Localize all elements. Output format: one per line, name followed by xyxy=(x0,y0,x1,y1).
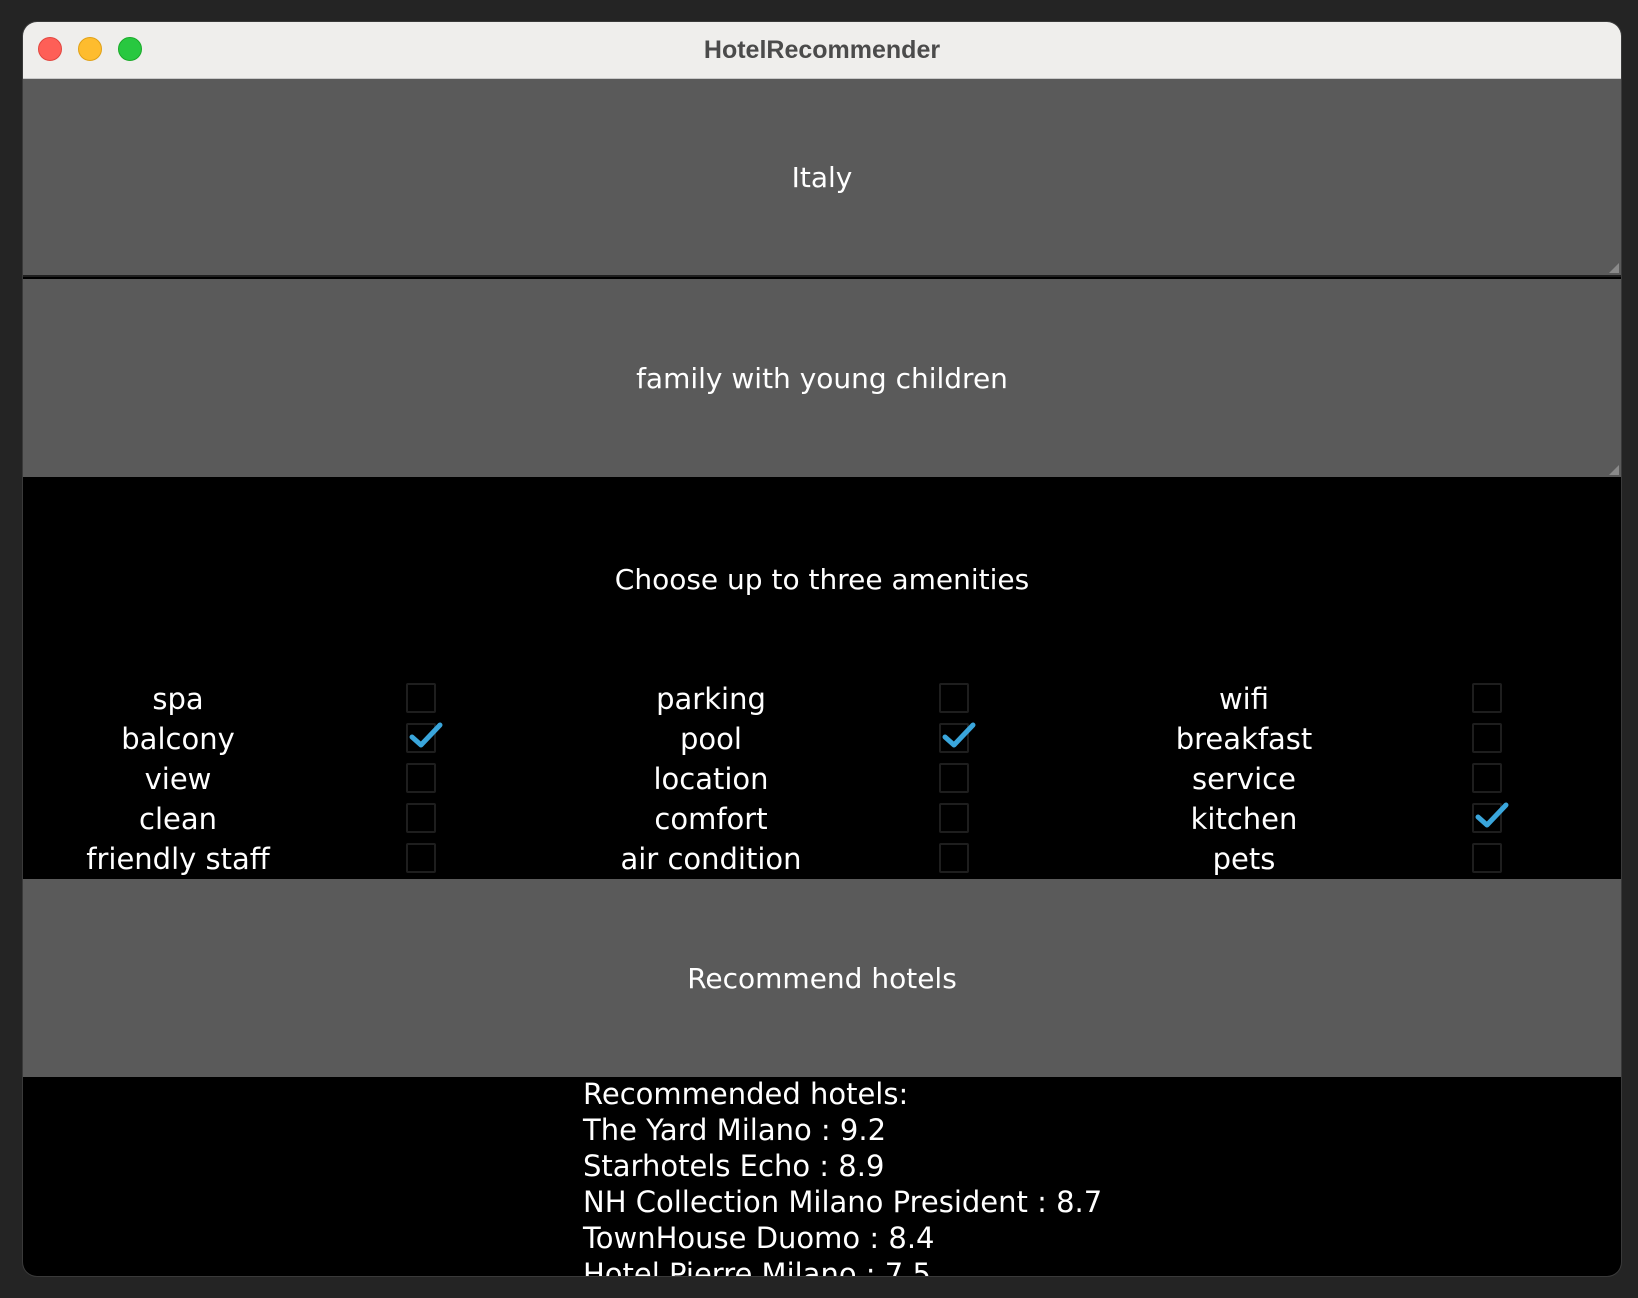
result-item: TownHouse Duomo : 8.4 xyxy=(583,1221,935,1255)
amenity-label-spa: spa xyxy=(152,682,204,716)
amenity-label-view: view xyxy=(144,762,212,796)
amenity-checkbox-parking[interactable] xyxy=(939,683,969,713)
traveller-type-dropdown-value: family with young children xyxy=(636,361,1008,395)
title-bar: HotelRecommender xyxy=(23,22,1621,79)
traveller-type-dropdown[interactable]: family with young children xyxy=(23,279,1621,477)
amenity-checkbox-pool[interactable] xyxy=(939,722,976,753)
amenity-checkbox-location[interactable] xyxy=(939,763,969,793)
dropdown-grip-icon xyxy=(1609,263,1619,273)
amenity-label-location: location xyxy=(653,762,769,796)
amenity-label-pets: pets xyxy=(1212,842,1276,876)
amenity-checkbox-clean[interactable] xyxy=(406,803,436,833)
amenity-checkbox-kitchen[interactable] xyxy=(1472,802,1509,833)
country-dropdown[interactable]: Italy xyxy=(23,79,1621,277)
dropdown-grip-icon xyxy=(1609,465,1619,475)
amenity-label-balcony: balcony xyxy=(121,722,235,756)
amenity-checkbox-air-condition[interactable] xyxy=(939,843,969,873)
amenity-label-friendly-staff: friendly staff xyxy=(86,842,270,876)
amenity-label-wifi: wifi xyxy=(1218,682,1270,716)
amenity-label-kitchen: kitchen xyxy=(1190,802,1298,836)
checkmark-icon xyxy=(1475,802,1509,828)
amenity-label-air-condition: air condition xyxy=(620,842,802,876)
amenity-checkbox-spa[interactable] xyxy=(406,683,436,713)
amenity-label-pool: pool xyxy=(680,722,742,756)
amenity-label-comfort: comfort xyxy=(654,802,768,836)
results-heading: Recommended hotels: xyxy=(583,1077,909,1111)
amenity-label-breakfast: breakfast xyxy=(1175,722,1313,756)
amenity-label-parking: parking xyxy=(656,682,766,716)
amenity-checkbox-view[interactable] xyxy=(406,763,436,793)
checkmark-icon xyxy=(942,722,976,748)
amenity-checkbox-service[interactable] xyxy=(1472,763,1502,793)
app-window: HotelRecommender Italy family with young… xyxy=(23,22,1621,1276)
amenity-checkbox-balcony[interactable] xyxy=(406,722,443,753)
window-title: HotelRecommender xyxy=(703,36,941,64)
country-dropdown-value: Italy xyxy=(791,160,853,194)
amenity-checkbox-wifi[interactable] xyxy=(1472,683,1502,713)
amenities-heading: Choose up to three amenities xyxy=(614,563,1030,596)
recommend-hotels-button[interactable]: Recommend hotels xyxy=(23,879,1621,1077)
result-item: Hotel Pierre Milano : 7.5 xyxy=(583,1257,931,1276)
amenity-label-service: service xyxy=(1192,762,1296,796)
recommend-hotels-button-label: Recommend hotels xyxy=(687,961,957,995)
result-item: The Yard Milano : 9.2 xyxy=(583,1113,887,1147)
amenity-checkbox-comfort[interactable] xyxy=(939,803,969,833)
checkmark-icon xyxy=(409,722,443,748)
result-item: NH Collection Milano President : 8.7 xyxy=(583,1185,1103,1219)
amenity-checkbox-pets[interactable] xyxy=(1472,843,1502,873)
result-item: Starhotels Echo : 8.9 xyxy=(583,1149,885,1183)
amenity-checkbox-friendly-staff[interactable] xyxy=(406,843,436,873)
amenity-label-clean: clean xyxy=(139,802,217,836)
results-panel: Recommended hotels: The Yard Milano : 9.… xyxy=(583,1076,1102,1276)
amenity-checkbox-breakfast[interactable] xyxy=(1472,723,1502,753)
